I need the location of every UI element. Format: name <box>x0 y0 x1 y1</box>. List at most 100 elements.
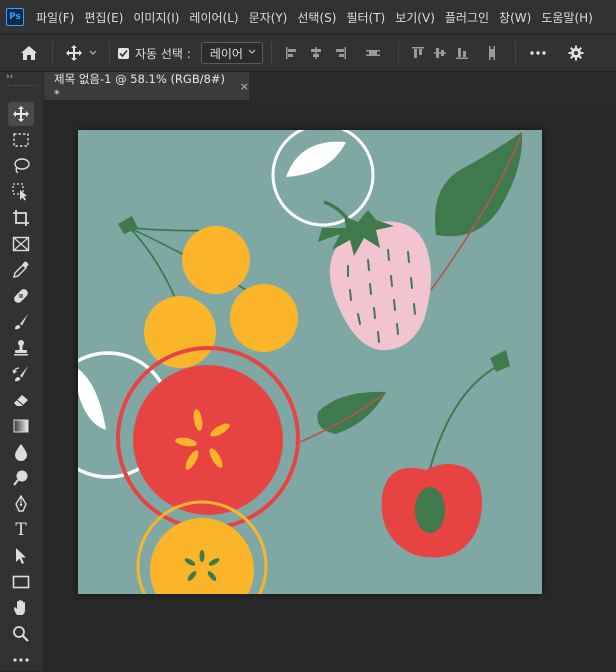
dodge-tool[interactable] <box>8 466 34 490</box>
align-right-button[interactable] <box>328 41 352 65</box>
eyedropper-tool[interactable] <box>8 258 34 282</box>
menu-window[interactable]: 창(W) <box>499 9 531 26</box>
chevron-down-icon <box>248 49 256 54</box>
yellow-cherry-1 <box>182 226 250 294</box>
separator <box>109 42 110 64</box>
menu-image[interactable]: 이미지(I) <box>133 9 179 26</box>
menu-view[interactable]: 보기(V) <box>395 9 435 26</box>
tools-panel: ›› T <box>0 72 44 671</box>
eyedropper-icon <box>13 261 29 278</box>
align-horizontal-center-button[interactable] <box>304 41 328 65</box>
menu-select[interactable]: 선택(S) <box>297 9 336 26</box>
eraser-tool[interactable] <box>8 388 34 412</box>
marquee-tool[interactable] <box>8 128 34 152</box>
arrow-pointer-icon <box>16 548 26 564</box>
home-icon <box>21 46 37 60</box>
document-tab[interactable]: 제목 없음-1 @ 58.1% (RGB/8#) * × <box>44 72 250 101</box>
align-bottom-button[interactable] <box>451 41 473 65</box>
bandage-icon <box>14 289 28 303</box>
strawberry-stem <box>323 200 350 222</box>
path-selection-tool[interactable] <box>8 544 34 568</box>
menu-edit[interactable]: 편집(E) <box>84 9 123 26</box>
edit-toolbar-button[interactable] <box>8 648 34 672</box>
healing-brush-tool[interactable] <box>8 284 34 308</box>
menu-filter[interactable]: 필터(T) <box>346 9 385 26</box>
pen-tool[interactable] <box>8 492 34 516</box>
brush-icon <box>15 314 28 330</box>
yellow-cherry-2 <box>230 284 298 352</box>
history-brush-tool[interactable] <box>8 362 34 386</box>
magnifier-icon <box>13 626 29 642</box>
gradient-tool[interactable] <box>8 414 34 438</box>
align-top-icon <box>411 47 424 58</box>
separator <box>397 42 399 64</box>
move-tool[interactable] <box>8 102 34 126</box>
distribute-vertical-icon <box>365 50 380 56</box>
settings-button[interactable] <box>562 41 590 65</box>
fruit-illustration <box>78 130 523 594</box>
options-bar: 자동 선택 : 레이어 <box>0 34 616 72</box>
pen-icon <box>15 495 27 512</box>
document-tab-bar: 제목 없음-1 @ 58.1% (RGB/8#) * × <box>44 72 616 101</box>
white-leaf-top <box>286 141 346 177</box>
distribute-horizontal-icon <box>488 46 495 60</box>
hand-tool[interactable] <box>8 596 34 620</box>
object-selection-tool[interactable] <box>8 180 34 204</box>
menu-help[interactable]: 도움말(H) <box>541 9 593 26</box>
more-horizontal-icon <box>530 51 546 55</box>
separator <box>514 42 516 64</box>
distribute-vertical-button[interactable] <box>356 41 390 65</box>
toolbar-grip <box>8 85 36 89</box>
apple-slice <box>133 365 283 515</box>
stamp-icon <box>14 340 28 356</box>
close-icon[interactable]: × <box>240 80 249 93</box>
gradient-icon <box>13 419 29 433</box>
lasso-icon <box>14 158 30 174</box>
menu-layer[interactable]: 레이어(L) <box>189 9 238 26</box>
document-canvas[interactable] <box>78 130 542 594</box>
rectangle-tool[interactable] <box>8 570 34 594</box>
separator <box>52 42 53 64</box>
chevron-down-icon <box>89 50 97 55</box>
zoom-tool[interactable] <box>8 622 34 646</box>
drop-icon <box>15 444 27 461</box>
type-tool-icon[interactable]: T <box>8 518 34 542</box>
toolbar-collapse-button[interactable]: ›› <box>6 72 13 82</box>
eraser-icon <box>14 395 28 406</box>
gear-icon <box>568 45 584 61</box>
more-options-button[interactable] <box>524 41 552 65</box>
more-horizontal-icon <box>13 658 29 662</box>
green-leaf-middle <box>317 391 386 434</box>
distribute-horizontal-button[interactable] <box>477 41 507 65</box>
checkmark-icon <box>119 49 128 57</box>
align-horizontal-center-icon <box>310 47 321 59</box>
menu-plugins[interactable]: 플러그인 <box>445 9 489 26</box>
home-button[interactable] <box>14 41 44 65</box>
frame-tool[interactable] <box>8 232 34 256</box>
separator <box>270 42 272 64</box>
white-leaf-left <box>78 368 106 430</box>
move-icon <box>66 45 82 61</box>
auto-select-checkbox[interactable] <box>118 47 129 59</box>
document-tab-title: 제목 없음-1 @ 58.1% (RGB/8#) * <box>54 72 226 101</box>
move-icon <box>13 106 29 122</box>
menu-type[interactable]: 문자(Y) <box>249 9 288 26</box>
brush-tool[interactable] <box>8 310 34 334</box>
lasso-tool[interactable] <box>8 154 34 178</box>
yellow-cherry-3 <box>144 296 216 368</box>
menu-bar: Ps 파일(F) 편집(E) 이미지(I) 레이어(L) 문자(Y) 선택(S)… <box>0 0 616 34</box>
green-leaf-top-right <box>435 132 523 237</box>
auto-select-target-value: 레이어 <box>209 46 243 61</box>
hand-icon <box>14 600 25 615</box>
clone-stamp-tool[interactable] <box>8 336 34 360</box>
align-left-icon <box>285 47 296 59</box>
align-top-button[interactable] <box>407 41 429 65</box>
align-left-button[interactable] <box>280 41 304 65</box>
align-vertical-center-button[interactable] <box>429 41 451 65</box>
rectangle-icon <box>12 575 30 589</box>
auto-select-target-dropdown[interactable]: 레이어 <box>200 42 263 64</box>
blur-tool[interactable] <box>8 440 34 464</box>
crop-tool[interactable] <box>8 206 34 230</box>
menu-file[interactable]: 파일(F) <box>36 9 74 26</box>
move-tool-preset-button[interactable] <box>61 41 101 65</box>
